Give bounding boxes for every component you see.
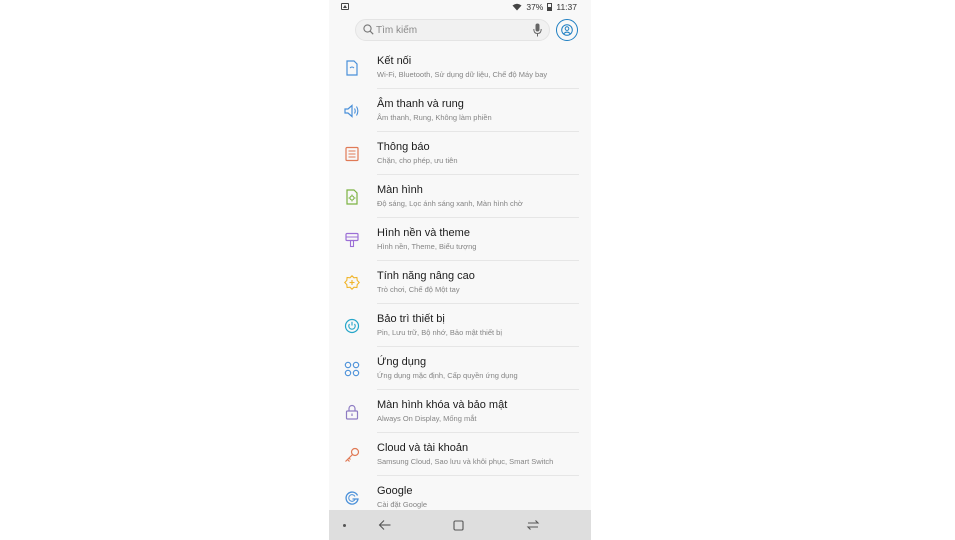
settings-item-subtitle: Chặn, cho phép, ưu tiên xyxy=(377,156,458,165)
advanced-features-icon xyxy=(344,275,360,290)
wallpaper-icon xyxy=(345,232,359,248)
battery-percent: 37% xyxy=(526,2,544,12)
home-icon[interactable] xyxy=(453,520,464,531)
lock-icon xyxy=(345,404,359,420)
status-bar: 37% 11:37 xyxy=(329,0,591,16)
phone-screen: 37% 11:37 Kết nối Wi xyxy=(329,0,591,540)
settings-item-title: Bảo trì thiết bị xyxy=(377,313,445,325)
settings-item-device-maintenance[interactable]: Bảo trì thiết bị Pin, Lưu trữ, Bộ nhớ, B… xyxy=(329,304,591,347)
microphone-icon[interactable] xyxy=(533,23,542,37)
settings-item-subtitle: Pin, Lưu trữ, Bộ nhớ, Bảo mật thiết bị xyxy=(377,328,503,337)
settings-item-subtitle: Độ sáng, Lọc ánh sáng xanh, Màn hình chờ xyxy=(377,199,523,208)
settings-item-cloud-accounts[interactable]: Cloud và tài khoản Samsung Cloud, Sao lư… xyxy=(329,433,591,476)
settings-item-subtitle: Always On Display, Mống mắt xyxy=(377,414,477,423)
recent-apps-icon[interactable] xyxy=(526,519,540,531)
settings-item-title: Hình nền và theme xyxy=(377,227,470,239)
settings-item-subtitle: Âm thanh, Rung, Không làm phiền xyxy=(377,113,492,122)
settings-item-subtitle: Samsung Cloud, Sao lưu và khôi phục, Sma… xyxy=(377,457,554,466)
settings-item-title: Ứng dụng xyxy=(377,356,427,368)
settings-list: Kết nối Wi-Fi, Bluetooth, Sử dụng dữ liệ… xyxy=(329,46,591,519)
settings-item-title: Google xyxy=(377,485,413,497)
account-icon xyxy=(561,24,573,36)
settings-item-title: Tính năng nâng cao xyxy=(377,270,475,282)
google-icon xyxy=(345,491,359,505)
key-icon xyxy=(345,447,360,462)
status-indicators: 37% 11:37 xyxy=(512,2,577,12)
search-bar[interactable] xyxy=(355,19,550,41)
search-icon xyxy=(363,24,374,35)
settings-item-notifications[interactable]: Thông báo Chặn, cho phép, ưu tiên xyxy=(329,132,591,175)
settings-item-apps[interactable]: Ứng dụng Ứng dụng mặc định, Cấp quyền ứn… xyxy=(329,347,591,390)
settings-item-sound[interactable]: Âm thanh và rung Âm thanh, Rung, Không l… xyxy=(329,89,591,132)
settings-item-display[interactable]: Màn hình Độ sáng, Lọc ánh sáng xanh, Màn… xyxy=(329,175,591,218)
settings-item-subtitle: Wi-Fi, Bluetooth, Sử dụng dữ liệu, Chế đ… xyxy=(377,70,548,79)
wifi-icon xyxy=(512,3,522,11)
navigation-bar xyxy=(329,510,591,540)
settings-item-subtitle: Ứng dụng mặc định, Cấp quyền ứng dụng xyxy=(377,371,518,380)
settings-item-title: Âm thanh và rung xyxy=(377,98,464,110)
clock: 11:37 xyxy=(556,2,577,12)
display-icon xyxy=(346,189,358,205)
profile-button[interactable] xyxy=(556,19,578,41)
apps-icon xyxy=(344,361,360,377)
settings-item-title: Màn hình khóa và bảo mật xyxy=(377,399,508,411)
settings-item-title: Cloud và tài khoản xyxy=(377,442,469,454)
device-maintenance-icon xyxy=(344,318,360,334)
back-icon[interactable] xyxy=(378,519,392,531)
settings-item-wallpaper-theme[interactable]: Hình nền và theme Hình nền, Theme, Biểu … xyxy=(329,218,591,261)
settings-item-title: Màn hình xyxy=(377,184,423,196)
settings-item-connections[interactable]: Kết nối Wi-Fi, Bluetooth, Sử dụng dữ liệ… xyxy=(329,46,591,89)
settings-item-subtitle: Trò chơi, Chế độ Một tay xyxy=(377,285,460,294)
sound-icon xyxy=(344,104,359,118)
battery-icon xyxy=(547,3,553,11)
nav-dot-indicator xyxy=(343,524,346,527)
connections-icon xyxy=(346,60,358,76)
settings-item-lock-screen-security[interactable]: Màn hình khóa và bảo mật Always On Displ… xyxy=(329,390,591,433)
notifications-icon xyxy=(345,146,359,162)
settings-item-subtitle: Hình nền, Theme, Biểu tượng xyxy=(377,242,477,251)
gallery-notification-icon xyxy=(341,3,349,10)
settings-item-title: Kết nối xyxy=(377,55,412,67)
settings-item-subtitle: Cài đặt Google xyxy=(377,500,428,509)
search-input[interactable] xyxy=(376,23,526,37)
settings-item-advanced-features[interactable]: Tính năng nâng cao Trò chơi, Chế độ Một … xyxy=(329,261,591,304)
settings-item-title: Thông báo xyxy=(377,141,430,153)
